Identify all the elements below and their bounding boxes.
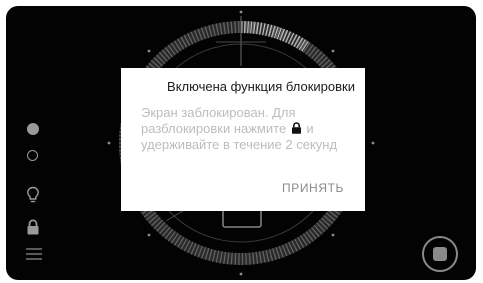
dial-dot-br [331, 233, 335, 237]
dial-dot-bl [147, 233, 151, 237]
menu-icon[interactable] [26, 247, 42, 261]
dialog-message-part1: Экран заблокирован. Для разблокировки на… [141, 105, 296, 136]
empty-circle-icon[interactable] [27, 150, 38, 161]
filled-circle-icon[interactable] [27, 123, 39, 135]
dial-dot-top [239, 10, 243, 14]
dialog-message: Экран заблокирован. Для разблокировки на… [141, 105, 341, 153]
dial-dot-left [107, 141, 111, 145]
dial-dot-tr [331, 49, 335, 53]
bulb-icon[interactable] [26, 186, 40, 204]
dialog-title: Включена функция блокировки [167, 79, 355, 94]
dial-dot-tl [147, 49, 151, 53]
lock-icon[interactable] [26, 219, 40, 235]
dial-dot-right [371, 141, 375, 145]
accept-button[interactable]: ПРИНЯТЬ [282, 181, 344, 195]
lock-icon [291, 122, 301, 134]
lock-dialog: Включена функция блокировки Экран заблок… [121, 68, 365, 211]
dial-center-slot [222, 208, 262, 228]
dial-dot-bottom [239, 272, 243, 276]
stop-button[interactable] [422, 236, 458, 272]
stop-icon [433, 247, 447, 261]
